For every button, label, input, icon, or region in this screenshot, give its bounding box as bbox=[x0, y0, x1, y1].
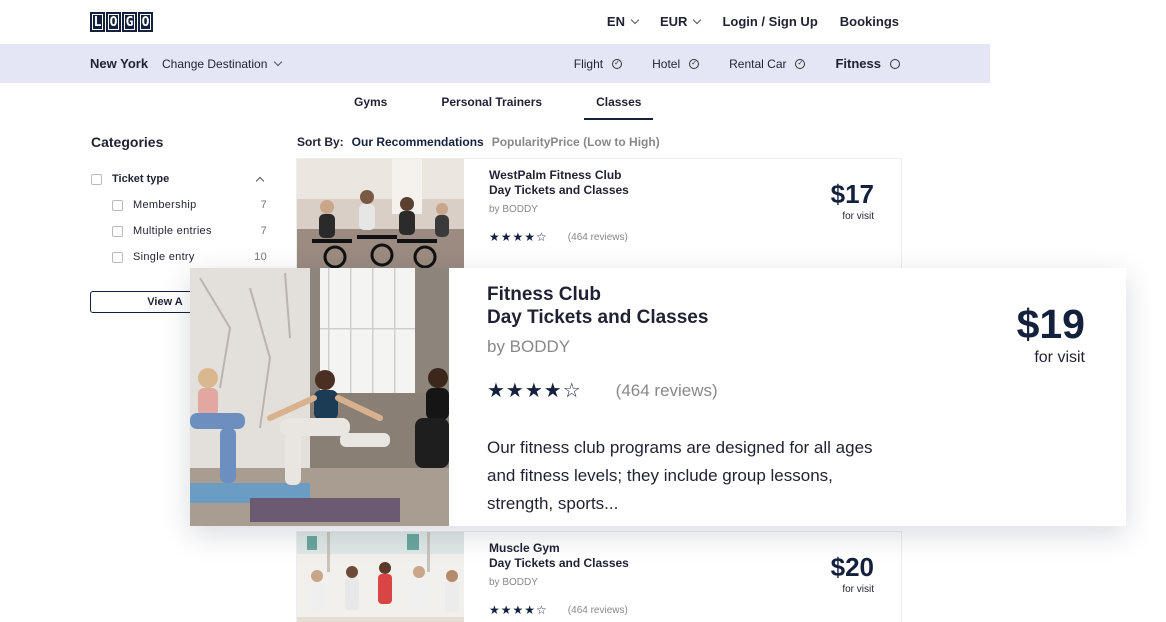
sort-bar: Sort By: Our Recommendations PopularityP… bbox=[297, 135, 660, 149]
mode-label: Hotel bbox=[652, 56, 681, 71]
option-count: 7 bbox=[260, 199, 267, 211]
price-unit: for visit bbox=[842, 584, 874, 595]
logo-letter: O bbox=[138, 12, 153, 32]
ticket-type-filter: Ticket type Membership 7 Multiple entrie… bbox=[91, 173, 267, 263]
listing-price: $20 bbox=[830, 552, 874, 582]
mode-flight[interactable]: Flight ✓ bbox=[573, 56, 623, 71]
chevron-down-icon bbox=[693, 15, 702, 24]
listing-price: $17 bbox=[830, 179, 874, 209]
filter-option-membership[interactable]: Membership 7 bbox=[112, 199, 267, 211]
featured-title[interactable]: Fitness Club Day Tickets and Classes bbox=[487, 283, 708, 329]
yoga-studio-photo bbox=[190, 268, 449, 526]
logo-letter: G bbox=[122, 12, 137, 32]
listing-rating: ★★★★☆ (464 reviews) bbox=[489, 230, 628, 244]
star-rating-icon: ★★★★☆ bbox=[489, 603, 548, 617]
mode-label: Fitness bbox=[835, 56, 881, 71]
tab-classes[interactable]: Classes bbox=[584, 95, 654, 120]
categories-title: Categories bbox=[91, 134, 164, 150]
sort-label: Sort By: bbox=[297, 135, 344, 149]
featured-description: Our fitness club programs are designed f… bbox=[487, 438, 873, 513]
mode-label: Rental Car bbox=[729, 56, 787, 71]
chevron-down-icon bbox=[630, 15, 640, 24]
ticket-type-header[interactable]: Ticket type bbox=[91, 173, 267, 185]
currency-dropdown[interactable]: EUR bbox=[659, 14, 702, 29]
mode-rental-car[interactable]: Rental Car ✓ bbox=[729, 56, 806, 71]
checkbox[interactable] bbox=[112, 225, 123, 237]
current-city: New York bbox=[90, 56, 149, 71]
logo[interactable]: L O G O bbox=[90, 12, 153, 32]
mode-hotel[interactable]: Hotel ✓ bbox=[652, 56, 700, 71]
checkbox[interactable] bbox=[112, 199, 123, 211]
tab-gyms[interactable]: Gyms bbox=[354, 95, 387, 120]
price-unit: for visit bbox=[1034, 349, 1085, 366]
checkbox[interactable] bbox=[91, 173, 102, 185]
bookings-link[interactable]: Bookings bbox=[840, 14, 899, 29]
check-circle-icon: ✓ bbox=[689, 58, 700, 69]
star-rating-icon: ★★★★☆ bbox=[489, 230, 548, 244]
mode-label: Flight bbox=[573, 56, 604, 71]
listing-card[interactable]: Muscle Gym Day Tickets and Classes by BO… bbox=[297, 532, 901, 622]
empty-circle-icon bbox=[890, 58, 900, 69]
top-header: L O G O EN EUR Login / Sign Up Bookings bbox=[0, 0, 990, 44]
chevron-up-icon[interactable] bbox=[255, 176, 265, 185]
review-count[interactable]: (464 reviews) bbox=[568, 232, 628, 243]
listing-card[interactable]: WestPalm Fitness Club Day Tickets and Cl… bbox=[297, 159, 901, 269]
spin-class-photo bbox=[297, 159, 464, 269]
listing-title-line: WestPalm Fitness Club bbox=[489, 168, 622, 182]
chevron-down-icon bbox=[274, 57, 283, 67]
login-link[interactable]: Login / Sign Up bbox=[722, 14, 817, 29]
listing-title[interactable]: Muscle Gym Day Tickets and Classes bbox=[489, 541, 629, 571]
destination-bar: New York Change Destination Flight ✓ Hot… bbox=[0, 44, 990, 83]
language-label: EN bbox=[606, 14, 625, 29]
sort-option-recommendations[interactable]: Our Recommendations bbox=[352, 135, 484, 149]
featured-price: $19 bbox=[1016, 301, 1085, 347]
featured-provider: by BODDY bbox=[487, 337, 571, 356]
review-count[interactable]: (464 reviews) bbox=[616, 381, 718, 401]
listing-rating: ★★★★☆ (464 reviews) bbox=[489, 603, 628, 617]
filter-group-label: Ticket type bbox=[112, 173, 170, 185]
featured-rating: ★★★★☆ (464 reviews) bbox=[487, 378, 718, 403]
option-count: 10 bbox=[254, 251, 267, 263]
top-nav: EN EUR Login / Sign Up Bookings bbox=[585, 14, 899, 29]
filter-option-multiple-entries[interactable]: Multiple entries 7 bbox=[112, 225, 267, 237]
category-tabs: Gyms Personal Trainers Classes bbox=[354, 95, 707, 120]
sort-option-other[interactable]: PopularityPrice (Low to High) bbox=[492, 135, 660, 149]
listing-title-line: Muscle Gym bbox=[489, 541, 560, 555]
checkbox[interactable] bbox=[112, 251, 123, 263]
tab-personal-trainers[interactable]: Personal Trainers bbox=[441, 95, 542, 120]
review-count[interactable]: (464 reviews) bbox=[568, 605, 628, 616]
change-destination-label: Change Destination bbox=[162, 57, 268, 71]
check-circle-icon: ✓ bbox=[612, 58, 623, 69]
check-circle-icon: ✓ bbox=[795, 58, 806, 69]
change-destination-dropdown[interactable]: Change Destination bbox=[162, 57, 283, 71]
mode-fitness[interactable]: Fitness bbox=[835, 56, 900, 71]
travel-modes: Flight ✓ Hotel ✓ Rental Car ✓ Fitness bbox=[544, 56, 900, 71]
listing-title-line: Day Tickets and Classes bbox=[489, 556, 629, 570]
featured-listing-card[interactable]: Fitness Club Day Tickets and Classes by … bbox=[190, 268, 1126, 526]
listing-title[interactable]: WestPalm Fitness Club Day Tickets and Cl… bbox=[489, 168, 629, 198]
featured-title-line: Fitness Club bbox=[487, 284, 602, 305]
star-rating-icon: ★★★★☆ bbox=[487, 380, 582, 402]
listing-provider: by BODDY bbox=[489, 577, 538, 588]
option-label: Single entry bbox=[133, 251, 195, 263]
featured-title-line: Day Tickets and Classes bbox=[487, 307, 709, 328]
currency-label: EUR bbox=[659, 14, 688, 29]
filter-option-single-entry[interactable]: Single entry 10 bbox=[112, 251, 267, 263]
language-dropdown[interactable]: EN bbox=[606, 14, 640, 29]
listing-provider: by BODDY bbox=[489, 204, 538, 215]
yoga-class-photo bbox=[297, 532, 464, 622]
option-label: Membership bbox=[133, 199, 197, 211]
listing-title-line: Day Tickets and Classes bbox=[489, 183, 629, 197]
option-label: Multiple entries bbox=[133, 225, 212, 237]
logo-letter: O bbox=[106, 12, 121, 32]
logo-letter: L bbox=[90, 12, 105, 32]
option-count: 7 bbox=[260, 225, 267, 237]
price-unit: for visit bbox=[842, 211, 874, 222]
